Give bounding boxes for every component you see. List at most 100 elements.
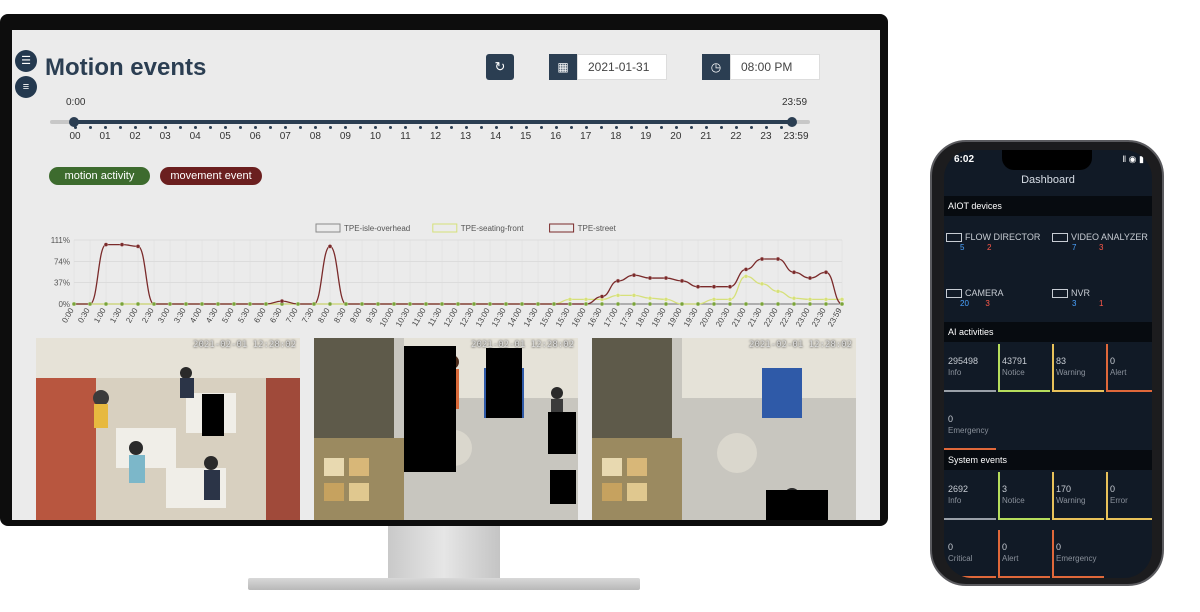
x-tick-label: 2:00 (124, 306, 140, 324)
stat-tile-info[interactable]: 295498 Info (944, 344, 996, 392)
tile-accent (998, 390, 1050, 392)
timeline-tick (659, 126, 663, 129)
tile-accent (1052, 390, 1104, 392)
stat-tile-error[interactable]: 0 Error (1106, 472, 1152, 520)
data-point (807, 301, 813, 307)
data-point (87, 301, 93, 307)
timeline-end-handle[interactable] (787, 117, 797, 127)
data-point (663, 275, 669, 281)
data-point (359, 301, 365, 307)
data-point (727, 301, 733, 307)
timeline-tick (674, 126, 678, 129)
x-tick-label: 8:30 (332, 306, 348, 324)
camera-icon (946, 289, 962, 299)
x-tick-label: 18:30 (650, 306, 668, 328)
timeline-tick (749, 126, 753, 129)
timeline-hour-label: 21 (700, 131, 712, 142)
x-tick-label: 9:00 (348, 306, 364, 324)
device-nvr[interactable]: NVR 3 1 (1052, 288, 1103, 308)
tile-value: 3 (1002, 484, 1008, 494)
timeline-hour-label: 04 (189, 131, 201, 142)
data-point (743, 274, 749, 279)
stat-tile-critical[interactable]: 0 Critical (944, 530, 996, 578)
timeline-hour-label: 02 (129, 131, 141, 142)
data-point (695, 284, 701, 289)
dashboard-title: Dashboard (1021, 174, 1075, 186)
timeline-tick (719, 126, 723, 129)
data-point (791, 301, 797, 307)
stat-tile-alert[interactable]: 0 Alert (1106, 344, 1152, 392)
data-point (775, 289, 781, 294)
motion-activity-filter[interactable]: motion activity (49, 167, 150, 185)
x-tick-label: 8:00 (316, 306, 332, 324)
tile-accent (998, 576, 1050, 578)
data-point (791, 270, 797, 275)
device-flow-director[interactable]: FLOW DIRECTOR 5 2 (946, 232, 1040, 252)
camera-2-image (314, 338, 578, 520)
movement-event-filter[interactable]: movement event (160, 167, 262, 185)
device-camera[interactable]: CAMERA 20 3 (946, 288, 1004, 308)
data-point (247, 301, 253, 307)
refresh-button[interactable]: ↻ (486, 54, 514, 80)
tile-value: 83 (1056, 356, 1067, 366)
data-point (471, 301, 477, 307)
tile-label: Notice (1002, 496, 1025, 505)
data-point (583, 297, 589, 302)
stat-tile-emergency[interactable]: 0 Emergency (1052, 530, 1104, 578)
camera-feed-3[interactable]: 2021-02-01 12:28:02 (592, 338, 856, 520)
tile-value: 43791 (1002, 356, 1028, 366)
date-field[interactable]: 2021-01-31 (577, 54, 667, 80)
monitor-stand-neck (388, 526, 500, 582)
timeline-hour-label: 05 (219, 131, 231, 142)
stat-tile-emergency[interactable]: 0 Emergency (944, 402, 996, 450)
x-tick-label: 3:00 (156, 306, 172, 324)
desktop-monitor: ☰ ≡ Motion events ↻ ▦ 2021-01-31 ◷ 08:00… (0, 14, 888, 526)
stat-tile-info[interactable]: 2692 Info (944, 472, 996, 520)
tree-icon[interactable]: ≡ (15, 76, 37, 98)
tile-accent (1052, 518, 1104, 520)
timeline-tick (704, 126, 708, 129)
tile-label: Error (1110, 496, 1128, 505)
data-point (279, 298, 285, 304)
clock-icon[interactable]: ◷ (702, 54, 730, 80)
legend-swatch (315, 223, 341, 233)
camera-3-image (592, 338, 856, 520)
data-point (631, 273, 637, 278)
device-video-analyzer[interactable]: VIDEO ANALYZER 7 3 (1052, 232, 1148, 252)
alert-icon[interactable]: ☰ (15, 50, 37, 72)
data-point (631, 293, 637, 298)
data-point (215, 301, 221, 307)
tile-label: Info (948, 496, 962, 505)
stat-tile-notice[interactable]: 3 Notice (998, 472, 1050, 520)
data-point (391, 301, 397, 307)
tile-accent (998, 472, 1000, 520)
timeline-hour-label: 12 (429, 131, 442, 142)
flow-director-icon (946, 233, 962, 243)
data-point (663, 301, 669, 307)
x-tick-label: 22:00 (762, 306, 780, 328)
data-point (615, 293, 621, 298)
camera-feed-2[interactable]: 2021-02-01 12:28:02 (314, 338, 578, 520)
x-tick-label: 7:30 (300, 306, 316, 324)
camera-feed-1[interactable]: 2021-02-01 12:28:02 (36, 338, 300, 520)
x-tick-label: 6:00 (252, 306, 268, 324)
x-tick-label: 22:30 (778, 306, 796, 328)
stat-tile-alert[interactable]: 0 Alert (998, 530, 1050, 578)
nvr-icon (1052, 289, 1068, 299)
tile-accent (1052, 530, 1054, 578)
x-tick-label: 15:30 (554, 306, 572, 328)
stat-tile-warning[interactable]: 170 Warning (1052, 472, 1104, 520)
data-point (823, 297, 829, 302)
data-point (583, 301, 589, 307)
x-tick-label: 14:00 (506, 306, 524, 328)
stat-tile-warning[interactable]: 83 Warning (1052, 344, 1104, 392)
calendar-icon[interactable]: ▦ (549, 54, 577, 80)
data-point (743, 301, 749, 307)
time-field[interactable]: 08:00 PM (730, 54, 820, 80)
timeline-hour-label: 06 (249, 131, 261, 142)
x-tick-label: 16:30 (586, 306, 604, 328)
y-tick-label: 111% (51, 236, 70, 245)
legend-label: TPE-isle-overhead (344, 224, 410, 233)
data-point (519, 301, 525, 307)
stat-tile-notice[interactable]: 43791 Notice (998, 344, 1050, 392)
